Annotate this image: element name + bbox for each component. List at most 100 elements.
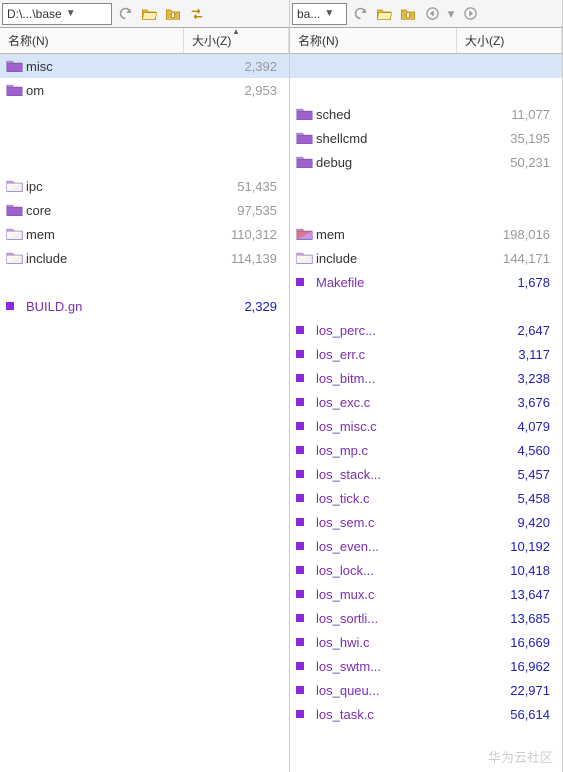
file-row[interactable]: BUILD.gn2,329 [0,294,289,318]
file-row[interactable]: los_task.c56,614 [290,702,562,726]
item-name: los_bitm... [316,371,466,386]
file-row[interactable]: los_sortli...13,685 [290,606,562,630]
right-path-text: ba... [297,7,320,21]
item-size: 114,139 [193,251,283,266]
left-pane: D:\...\base ▼ 名称(N) ▴ 大小(Z) misc2,39 [0,0,290,772]
right-header-name[interactable]: 名称(N) [290,28,457,53]
file-row[interactable]: los_lock...10,418 [290,558,562,582]
swap-panes-button[interactable] [186,3,208,25]
right-path-dropdown[interactable]: ba... ▼ [292,3,347,25]
item-name: los_perc... [316,323,466,338]
folder-row[interactable]: misc2,392 [0,54,289,78]
file-bullet-icon [296,494,316,502]
item-name: los_even... [316,539,466,554]
forward-button[interactable] [459,3,481,25]
item-size: 3,676 [466,395,556,410]
file-row[interactable]: los_exc.c3,676 [290,390,562,414]
item-size: 2,392 [193,59,283,74]
up-folder-button[interactable] [397,3,419,25]
file-bullet-icon [296,374,316,382]
folder-icon [6,251,26,265]
refresh-button[interactable] [114,3,136,25]
item-size: 16,962 [466,659,556,674]
file-row[interactable]: los_mux.c13,647 [290,582,562,606]
empty-row [0,150,289,174]
file-bullet-icon [296,326,316,334]
file-row[interactable]: los_misc.c4,079 [290,414,562,438]
right-file-list[interactable]: sched11,077shellcmd35,195debug50,231mem1… [290,54,562,772]
folder-row[interactable]: om2,953 [0,78,289,102]
item-name: los_exc.c [316,395,466,410]
file-row[interactable]: Makefile1,678 [290,270,562,294]
file-row[interactable]: los_stack...5,457 [290,462,562,486]
left-header-size[interactable]: ▴ 大小(Z) [184,28,289,53]
file-row[interactable]: los_even...10,192 [290,534,562,558]
item-size: 4,560 [466,443,556,458]
file-row[interactable]: los_mp.c4,560 [290,438,562,462]
item-size: 11,077 [466,107,556,122]
folder-icon [296,251,316,265]
open-folder-button[interactable] [373,3,395,25]
item-name: core [26,203,193,218]
folder-row[interactable]: mem110,312 [0,222,289,246]
file-bullet-icon [296,614,316,622]
folder-icon [296,155,316,169]
left-file-list[interactable]: misc2,392om2,953ipc51,435core97,535mem11… [0,54,289,772]
file-row[interactable]: los_hwi.c16,669 [290,630,562,654]
left-column-header: 名称(N) ▴ 大小(Z) [0,28,289,54]
empty-row [290,78,562,102]
right-header-size[interactable]: 大小(Z) [457,28,562,53]
refresh-button[interactable] [349,3,371,25]
chevron-down-icon: ▼ [324,8,334,19]
file-row[interactable]: los_bitm...3,238 [290,366,562,390]
open-folder-button[interactable] [138,3,160,25]
left-path-dropdown[interactable]: D:\...\base ▼ [2,3,112,25]
folder-icon [6,179,26,193]
folder-row[interactable]: shellcmd35,195 [290,126,562,150]
item-name: om [26,83,193,98]
empty-row [290,294,562,318]
item-name: los_err.c [316,347,466,362]
file-row[interactable]: los_sem.c9,420 [290,510,562,534]
folder-row[interactable]: debug50,231 [290,150,562,174]
folder-row[interactable]: sched11,077 [290,102,562,126]
left-path-text: D:\...\base [7,7,62,21]
file-bullet-icon [296,590,316,598]
item-size: 2,953 [193,83,283,98]
folder-icon [6,203,26,217]
file-row[interactable]: los_perc...2,647 [290,318,562,342]
folder-row[interactable]: core97,535 [0,198,289,222]
item-size: 2,647 [466,323,556,338]
file-row[interactable]: los_queu...22,971 [290,678,562,702]
item-name: sched [316,107,466,122]
back-button[interactable] [421,3,443,25]
item-name: los_queu... [316,683,466,698]
folder-row[interactable]: mem198,016 [290,222,562,246]
file-row[interactable]: los_swtm...16,962 [290,654,562,678]
file-bullet-icon [296,518,316,526]
item-size: 13,685 [466,611,556,626]
file-row[interactable]: los_err.c3,117 [290,342,562,366]
file-row[interactable]: los_tick.c5,458 [290,486,562,510]
right-toolbar: ba... ▼ ▾ [290,0,562,28]
item-size: 13,647 [466,587,556,602]
empty-row [0,270,289,294]
folder-row[interactable]: ipc51,435 [0,174,289,198]
folder-row[interactable]: include114,139 [0,246,289,270]
file-bullet-icon [296,638,316,646]
empty-row [0,126,289,150]
empty-row [290,198,562,222]
item-size: 1,678 [466,275,556,290]
item-name: include [26,251,193,266]
left-header-name[interactable]: 名称(N) [0,28,184,53]
item-name: ipc [26,179,193,194]
history-dropdown[interactable]: ▾ [445,3,457,25]
file-bullet-icon [296,278,316,286]
up-folder-button[interactable] [162,3,184,25]
item-name: los_lock... [316,563,466,578]
empty-row[interactable] [290,54,562,78]
folder-row[interactable]: include144,171 [290,246,562,270]
item-size: 5,457 [466,467,556,482]
item-name: los_stack... [316,467,466,482]
item-size: 35,195 [466,131,556,146]
